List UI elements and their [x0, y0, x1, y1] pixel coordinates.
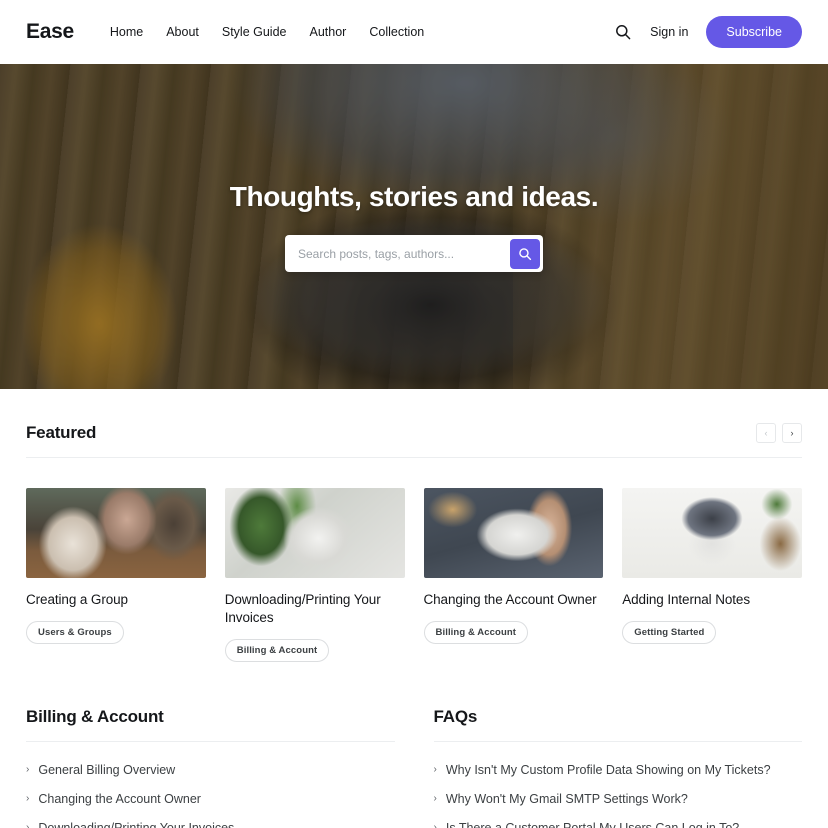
chevron-right-icon: › [26, 764, 30, 776]
nav-item-home[interactable]: Home [110, 23, 143, 41]
card-tag[interactable]: Getting Started [622, 620, 717, 644]
nav-item-collection[interactable]: Collection [369, 23, 424, 41]
faqs-title: FAQs [433, 707, 802, 742]
faqs-column: FAQs › Why Isn't My Custom Profile Data … [433, 707, 803, 828]
card-title: Creating a Group [26, 592, 128, 607]
search-icon[interactable] [614, 23, 632, 41]
card-tag[interactable]: Billing & Account [224, 638, 330, 662]
subscribe-button[interactable]: Subscribe [706, 15, 802, 49]
list-item-label: Is There a Customer Portal My Users Can … [446, 821, 739, 828]
header-actions: Sign in Subscribe [614, 15, 802, 49]
hero-content: Thoughts, stories and ideas. [0, 64, 828, 389]
list-item[interactable]: › Why Won't My Gmail SMTP Settings Work? [434, 785, 803, 814]
featured-header: Featured ‹ › [26, 389, 802, 458]
chevron-right-icon: › [433, 793, 437, 805]
nav-link-about[interactable]: About [166, 25, 199, 39]
carousel-controls: ‹ › [756, 423, 802, 443]
card-title: Changing the Account Owner [423, 592, 597, 607]
card-title: Adding Internal Notes [622, 592, 750, 607]
search-input[interactable] [288, 246, 510, 261]
nav-link-home[interactable]: Home [110, 25, 143, 39]
chevron-right-icon: › [26, 822, 30, 828]
card-thumbnail-image [26, 488, 206, 578]
chevron-right-icon: › [26, 793, 30, 805]
featured-card[interactable]: Creating a Group Users & Groups [26, 488, 206, 662]
card-title: Downloading/Printing Your Invoices [224, 592, 381, 625]
nav-link-style-guide[interactable]: Style Guide [222, 25, 287, 39]
featured-title: Featured [26, 423, 97, 442]
chevron-right-icon: › [433, 764, 437, 776]
card-thumbnail-image [224, 488, 405, 578]
billing-account-title: Billing & Account [26, 707, 395, 742]
carousel-next-button[interactable]: › [782, 423, 802, 443]
billing-account-column: Billing & Account › General Billing Over… [26, 707, 395, 828]
list-item-label: Why Won't My Gmail SMTP Settings Work? [445, 792, 688, 807]
carousel-prev-button[interactable]: ‹ [756, 423, 776, 443]
hero-title: Thoughts, stories and ideas. [229, 181, 599, 212]
featured-card[interactable]: Downloading/Printing Your Invoices Billi… [224, 488, 405, 662]
nav-item-about[interactable]: About [166, 23, 199, 41]
card-thumbnail-image [423, 488, 604, 578]
list-item[interactable]: › General Billing Overview [26, 756, 395, 785]
list-item-label: Downloading/Printing Your Invoices [38, 821, 234, 828]
list-item[interactable]: › Downloading/Printing Your Invoices [26, 814, 395, 828]
bottom-columns: Billing & Account › General Billing Over… [0, 707, 828, 828]
site-header: Ease Home About Style Guide Author Colle… [0, 0, 828, 64]
site-logo[interactable]: Ease [26, 20, 74, 44]
featured-card[interactable]: Changing the Account Owner Billing & Acc… [423, 488, 604, 662]
list-item[interactable]: › Is There a Customer Portal My Users Ca… [434, 814, 803, 828]
list-item[interactable]: › Changing the Account Owner [26, 785, 395, 814]
main-navigation: Home About Style Guide Author Collection [110, 23, 424, 41]
nav-link-author[interactable]: Author [310, 25, 347, 39]
list-item-label: Changing the Account Owner [38, 792, 201, 807]
faqs-link-list: › Why Isn't My Custom Profile Data Showi… [434, 742, 803, 828]
nav-list: Home About Style Guide Author Collection [110, 23, 424, 41]
nav-link-collection[interactable]: Collection [369, 25, 424, 39]
list-item[interactable]: › Why Isn't My Custom Profile Data Showi… [434, 756, 803, 785]
featured-section: Featured ‹ › Creating a Group Users & Gr… [0, 389, 828, 662]
list-item-label: Why Isn't My Custom Profile Data Showing… [445, 763, 771, 778]
chevron-right-icon: › [433, 822, 437, 828]
card-tag[interactable]: Billing & Account [423, 620, 529, 644]
hero-search-bar[interactable] [285, 235, 543, 272]
hero-section: Thoughts, stories and ideas. [0, 64, 828, 389]
featured-card-grid: Creating a Group Users & Groups Download… [26, 458, 802, 662]
nav-item-author[interactable]: Author [310, 23, 347, 41]
card-thumbnail-image [622, 488, 802, 578]
billing-account-link-list: › General Billing Overview › Changing th… [26, 742, 395, 828]
list-item-label: General Billing Overview [38, 763, 176, 778]
card-tag[interactable]: Users & Groups [26, 620, 124, 644]
sign-in-link[interactable]: Sign in [650, 25, 688, 39]
search-submit-button[interactable] [510, 238, 540, 269]
nav-item-style-guide[interactable]: Style Guide [222, 23, 287, 41]
featured-card[interactable]: Adding Internal Notes Getting Started [622, 488, 802, 662]
